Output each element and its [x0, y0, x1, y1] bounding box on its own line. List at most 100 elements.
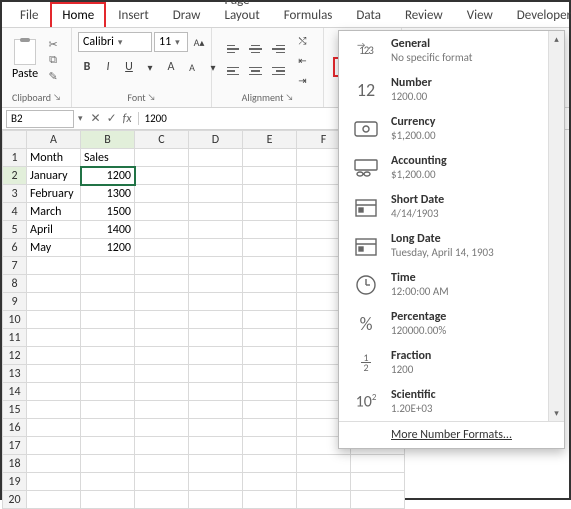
cell[interactable]: 1400	[81, 221, 135, 239]
align-top-left-icon[interactable]	[224, 39, 244, 59]
align-center-icon[interactable]	[246, 61, 266, 81]
fx-icon[interactable]: fx	[123, 112, 132, 126]
cell[interactable]	[189, 275, 243, 293]
cell[interactable]: 1200	[81, 167, 135, 185]
cell[interactable]	[243, 311, 297, 329]
cell[interactable]	[135, 239, 189, 257]
cell[interactable]	[189, 257, 243, 275]
cell[interactable]	[189, 347, 243, 365]
font-small-icon[interactable]: A	[183, 58, 201, 76]
cell[interactable]	[27, 437, 81, 455]
cell[interactable]	[243, 257, 297, 275]
shrink-font-icon[interactable]: A	[162, 58, 180, 76]
cell[interactable]	[243, 167, 297, 185]
orientation-icon[interactable]: ⤭	[294, 31, 312, 49]
font-size-combo[interactable]: 11▾	[154, 32, 188, 52]
more-number-formats[interactable]: More Number Formats...	[339, 421, 564, 448]
paste-label[interactable]: Paste	[12, 67, 38, 81]
row-header-12[interactable]: 12	[3, 347, 27, 365]
col-header-E[interactable]: E	[243, 131, 297, 149]
copy-icon[interactable]: ⧉	[46, 53, 60, 67]
row-header-14[interactable]: 14	[3, 383, 27, 401]
cell[interactable]	[135, 185, 189, 203]
cell[interactable]	[135, 275, 189, 293]
format-painter-icon[interactable]: ✎	[46, 69, 60, 83]
italic-button[interactable]: I	[99, 58, 117, 76]
cell[interactable]	[81, 329, 135, 347]
cell[interactable]	[243, 365, 297, 383]
cell[interactable]	[27, 365, 81, 383]
format-option-general[interactable]: →123GeneralNo specific format	[339, 31, 564, 70]
row-header-16[interactable]: 16	[3, 419, 27, 437]
row-header-3[interactable]: 3	[3, 185, 27, 203]
chevron-down-icon[interactable]: ▾	[141, 58, 159, 76]
cell[interactable]	[27, 473, 81, 491]
col-header-B[interactable]: B	[81, 131, 135, 149]
tab-data[interactable]: Data	[344, 2, 393, 27]
dropdown-scrollbar[interactable]: ▴▾	[548, 31, 564, 421]
cell[interactable]	[243, 347, 297, 365]
name-box[interactable]: B2	[6, 110, 74, 128]
cell[interactable]	[189, 311, 243, 329]
align-right-icon[interactable]	[268, 61, 288, 81]
row-header-9[interactable]: 9	[3, 293, 27, 311]
row-header-2[interactable]: 2	[3, 167, 27, 185]
cell[interactable]	[27, 455, 81, 473]
format-option-number[interactable]: 12Number1200.00	[339, 70, 564, 109]
grow-font-icon[interactable]: A▴	[190, 33, 208, 51]
cell[interactable]	[135, 383, 189, 401]
format-option-short-date[interactable]: Short Date4/14/1903	[339, 187, 564, 226]
cell[interactable]	[351, 455, 405, 473]
cell[interactable]	[189, 329, 243, 347]
format-option-currency[interactable]: Currency$1,200.00	[339, 109, 564, 148]
cell[interactable]	[27, 275, 81, 293]
row-header-7[interactable]: 7	[3, 257, 27, 275]
bold-button[interactable]: B	[78, 58, 96, 76]
row-header-8[interactable]: 8	[3, 275, 27, 293]
tab-developer[interactable]: Developer	[505, 2, 571, 27]
row-header-6[interactable]: 6	[3, 239, 27, 257]
cell[interactable]	[243, 383, 297, 401]
row-header-4[interactable]: 4	[3, 203, 27, 221]
cell[interactable]	[189, 203, 243, 221]
cell[interactable]	[243, 437, 297, 455]
format-option-accounting[interactable]: Accounting$1,200.00	[339, 148, 564, 187]
cell[interactable]	[189, 383, 243, 401]
cell[interactable]: February	[27, 185, 81, 203]
dialog-launcher-icon[interactable]: ↘	[148, 92, 156, 103]
cell[interactable]	[243, 275, 297, 293]
cell[interactable]	[81, 473, 135, 491]
cell[interactable]: March	[27, 203, 81, 221]
tab-view[interactable]: View	[455, 2, 505, 27]
underline-button[interactable]: U	[120, 58, 138, 76]
cell[interactable]	[135, 455, 189, 473]
select-all-corner[interactable]	[3, 131, 27, 149]
cell[interactable]	[135, 221, 189, 239]
dialog-launcher-icon[interactable]: ↘	[53, 92, 61, 103]
cell[interactable]	[135, 149, 189, 167]
cell[interactable]	[81, 257, 135, 275]
cell[interactable]: 1200	[81, 239, 135, 257]
cell[interactable]	[81, 311, 135, 329]
cell[interactable]	[27, 401, 81, 419]
cell[interactable]	[189, 419, 243, 437]
cell[interactable]	[189, 185, 243, 203]
paste-icon[interactable]	[14, 39, 36, 65]
cut-icon[interactable]: ✂	[46, 37, 60, 51]
cell[interactable]	[189, 365, 243, 383]
cell[interactable]	[189, 437, 243, 455]
cell[interactable]: 1300	[81, 185, 135, 203]
cell[interactable]	[135, 401, 189, 419]
chevron-down-icon[interactable]: ▾	[78, 113, 83, 124]
cell[interactable]	[189, 455, 243, 473]
tab-insert[interactable]: Insert	[106, 2, 161, 27]
align-left-icon[interactable]	[224, 61, 244, 81]
cell[interactable]	[189, 293, 243, 311]
cell[interactable]	[243, 293, 297, 311]
enter-icon[interactable]: ✓	[107, 111, 117, 126]
cell[interactable]	[81, 365, 135, 383]
cell[interactable]	[135, 311, 189, 329]
col-header-C[interactable]: C	[135, 131, 189, 149]
cell[interactable]	[135, 473, 189, 491]
cell[interactable]	[81, 275, 135, 293]
